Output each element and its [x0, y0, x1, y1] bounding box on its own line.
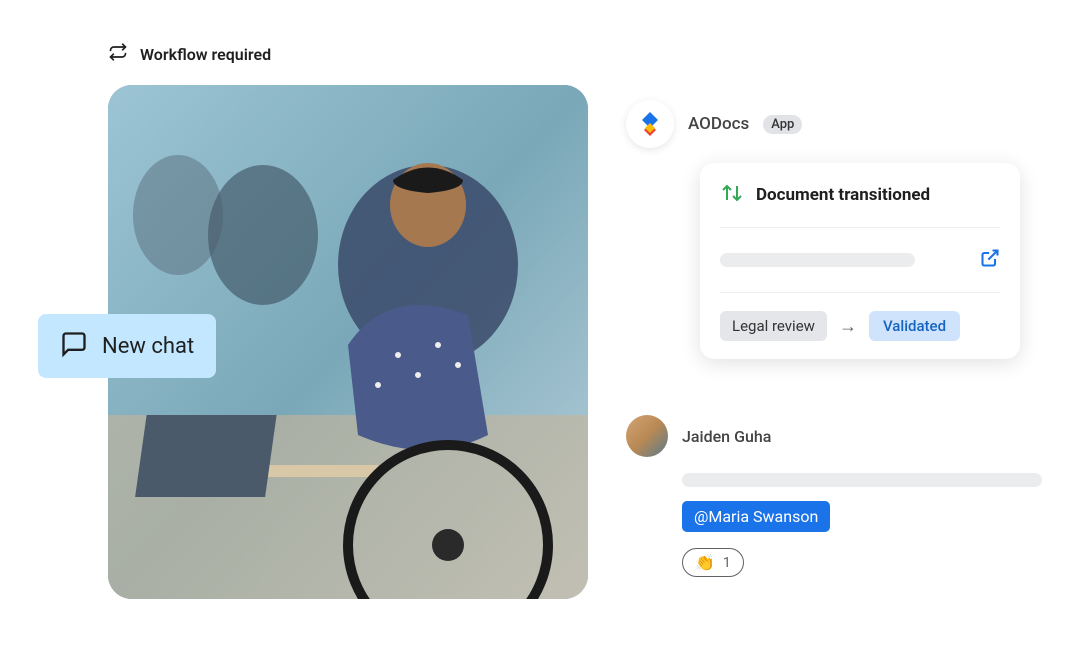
card-header: Document transitioned — [720, 181, 1000, 228]
aodocs-name: AODocs — [688, 114, 749, 134]
reaction-count: 1 — [723, 555, 731, 571]
placeholder-text — [720, 253, 915, 267]
repeat-icon — [108, 42, 128, 66]
card-middle — [720, 228, 1000, 293]
workflow-header: Workflow required — [108, 42, 271, 66]
card-title: Document transitioned — [756, 185, 930, 205]
transition-icon — [720, 181, 744, 209]
clap-emoji-icon: 👏 — [695, 553, 715, 572]
comment-text-placeholder — [682, 473, 1042, 487]
arrow-right-icon: → — [839, 316, 857, 337]
comment-body: @Maria Swanson 👏 1 — [682, 473, 1042, 577]
status-from-chip: Legal review — [720, 311, 827, 341]
new-chat-label: New chat — [102, 334, 194, 359]
aodocs-logo-icon — [626, 100, 674, 148]
chat-icon — [60, 330, 88, 362]
mention-chip[interactable]: @Maria Swanson — [682, 501, 830, 532]
app-badge: App — [763, 115, 802, 134]
user-comment: Jaiden Guha @Maria Swanson 👏 1 — [626, 415, 1042, 577]
card-footer: Legal review → Validated — [720, 293, 1000, 341]
workflow-label: Workflow required — [140, 45, 271, 64]
user-avatar[interactable] — [626, 415, 668, 457]
transition-card: Document transitioned Legal review → Val… — [700, 163, 1020, 359]
aodocs-header: AODocs App — [626, 100, 802, 148]
status-to-chip: Validated — [869, 311, 960, 341]
reaction-chip[interactable]: 👏 1 — [682, 548, 744, 577]
comment-header: Jaiden Guha — [626, 415, 1042, 457]
new-chat-button[interactable]: New chat — [38, 314, 216, 378]
external-link-icon[interactable] — [980, 248, 1000, 272]
user-name[interactable]: Jaiden Guha — [682, 427, 771, 446]
